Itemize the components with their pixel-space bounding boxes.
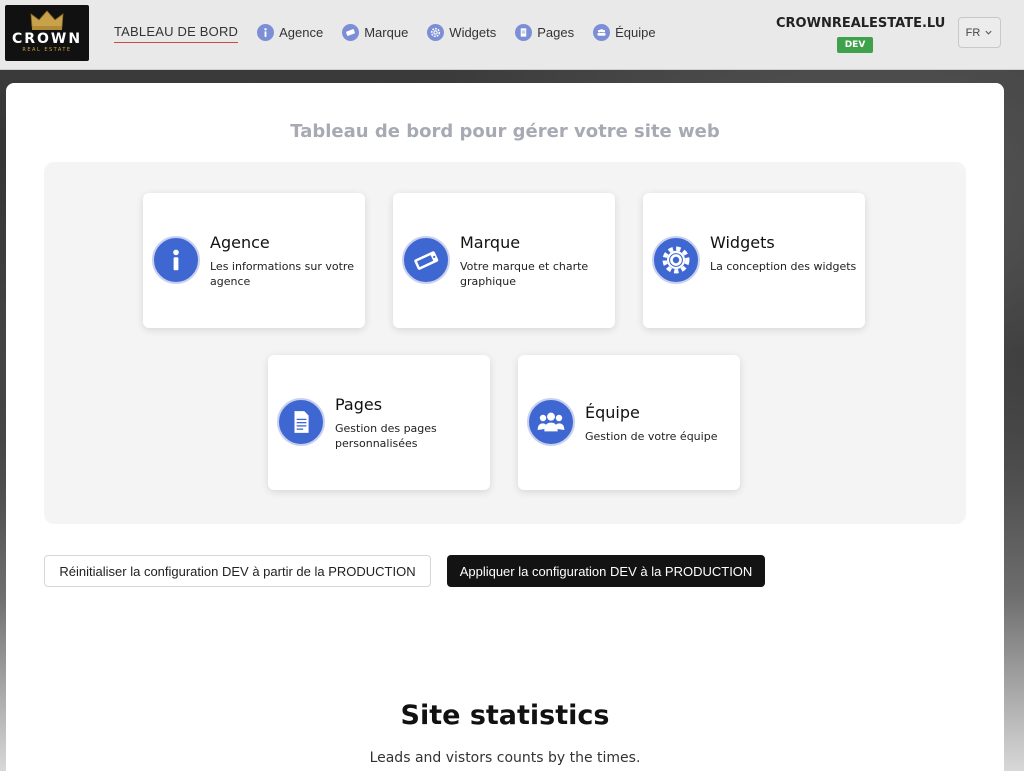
dashboard-cards-container: Agence Les informations sur votre agence… bbox=[44, 162, 966, 524]
team-icon bbox=[527, 398, 575, 446]
nav-item-label: Agence bbox=[279, 24, 324, 40]
nav-item-label: TABLEAU DE BORD bbox=[114, 23, 239, 39]
card-title: Widgets bbox=[710, 233, 775, 252]
gear-icon bbox=[652, 236, 700, 284]
card-pages[interactable]: Pages Gestion des pages personnalisées bbox=[268, 355, 490, 490]
main-nav: TABLEAU DE BORD Agence Marque Widgets Pa… bbox=[114, 0, 675, 64]
card-equipe[interactable]: Équipe Gestion de votre équipe bbox=[518, 355, 740, 490]
reset-dev-config-button[interactable]: Réinitialiser la configuration DEV à par… bbox=[44, 555, 431, 587]
brand-tag-icon bbox=[402, 236, 450, 284]
nav-item-label: Marque bbox=[364, 24, 409, 40]
nav-item-label: Pages bbox=[537, 24, 575, 40]
brand-tag-icon bbox=[342, 23, 360, 41]
document-icon bbox=[277, 398, 325, 446]
nav-item-label: Équipe bbox=[615, 24, 656, 40]
card-description: Les informations sur votre agence bbox=[210, 260, 354, 288]
stats-title: Site statistics bbox=[400, 700, 610, 731]
nav-item-widgets[interactable]: Widgets bbox=[427, 21, 496, 43]
language-selector[interactable]: FR bbox=[958, 17, 1001, 48]
nav-item-equipe[interactable]: Équipe bbox=[593, 21, 656, 43]
nav-item-marque[interactable]: Marque bbox=[342, 21, 408, 43]
card-widgets[interactable]: Widgets La conception des widgets bbox=[643, 193, 865, 328]
nav-item-dashboard[interactable]: TABLEAU DE BORD bbox=[114, 21, 239, 43]
card-title: Marque bbox=[460, 233, 521, 252]
card-title: Équipe bbox=[585, 403, 640, 422]
document-icon bbox=[515, 23, 533, 41]
chevron-down-icon bbox=[985, 30, 992, 35]
logo-wordmark: CROWN bbox=[11, 31, 83, 47]
top-navigation-bar: CROWN REAL ESTATE TABLEAU DE BORD Agence… bbox=[0, 0, 1024, 70]
card-title: Pages bbox=[335, 395, 383, 414]
nav-item-pages[interactable]: Pages bbox=[515, 21, 574, 43]
info-icon bbox=[152, 236, 200, 284]
apply-dev-config-button[interactable]: Appliquer la configuration DEV à la PROD… bbox=[447, 555, 765, 587]
crown-icon bbox=[30, 10, 64, 30]
card-agence[interactable]: Agence Les informations sur votre agence bbox=[143, 193, 365, 328]
nav-item-agence[interactable]: Agence bbox=[257, 21, 323, 43]
logo-subtitle: REAL ESTATE bbox=[22, 47, 72, 53]
card-description: La conception des widgets bbox=[710, 260, 857, 273]
environment-badge: DEV bbox=[837, 37, 873, 53]
stats-subtitle: Leads and vistors counts by the times. bbox=[369, 750, 641, 766]
site-domain: CROWNREALESTATE.LU bbox=[776, 16, 946, 31]
card-description: Votre marque et charte graphique bbox=[460, 260, 589, 288]
language-value: FR bbox=[965, 26, 981, 39]
card-marque[interactable]: Marque Votre marque et charte graphique bbox=[393, 193, 615, 328]
card-description: Gestion des pages personnalisées bbox=[335, 422, 437, 450]
team-icon bbox=[593, 23, 611, 41]
info-icon bbox=[257, 23, 275, 41]
gear-icon bbox=[427, 23, 445, 41]
crown-logo[interactable]: CROWN REAL ESTATE bbox=[5, 5, 89, 61]
card-description: Gestion de votre équipe bbox=[585, 430, 718, 443]
nav-item-label: Widgets bbox=[449, 24, 497, 40]
page-title: Tableau de bord pour gérer votre site we… bbox=[290, 121, 720, 142]
card-title: Agence bbox=[210, 233, 270, 252]
dashboard-panel: Tableau de bord pour gérer votre site we… bbox=[6, 83, 1004, 771]
